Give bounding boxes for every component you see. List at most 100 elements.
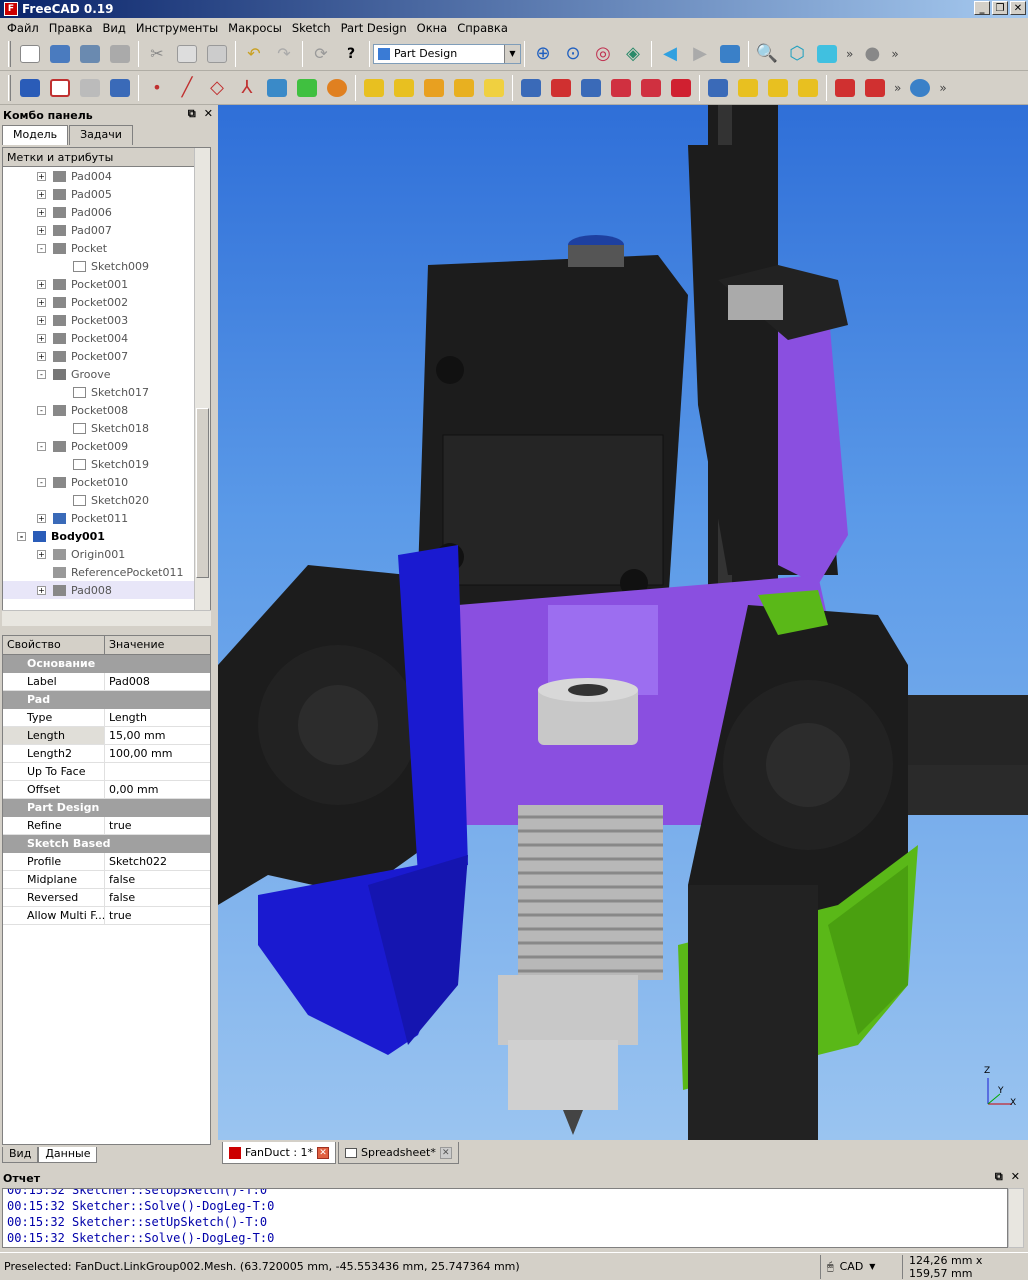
expand-icon[interactable]: + xyxy=(37,351,46,361)
property-row[interactable]: Profile Sketch022 xyxy=(3,853,210,871)
report-log[interactable]: 00:15:32 Sketcher::setUpSketch()-T:0 00:… xyxy=(2,1188,1008,1248)
zoom-icon[interactable]: 🔍 xyxy=(754,41,780,67)
line-icon[interactable]: ╱ xyxy=(174,75,200,101)
subtractive-primitive-icon[interactable] xyxy=(668,75,694,101)
menu-part-design[interactable]: Part Design xyxy=(336,21,412,35)
create-body-icon[interactable] xyxy=(17,75,43,101)
cut-icon[interactable]: ✂ xyxy=(144,41,170,67)
tab-spreadsheet[interactable]: Spreadsheet* ✕ xyxy=(338,1142,459,1164)
tree-item[interactable]: - Pocket010 xyxy=(3,473,210,491)
expand-icon[interactable]: + xyxy=(37,207,46,217)
overflow-icon[interactable]: » xyxy=(846,47,853,61)
scroll-thumb[interactable] xyxy=(196,408,209,578)
macro-icon[interactable]: ● xyxy=(859,41,885,67)
close-icon[interactable]: ✕ xyxy=(1011,1170,1020,1184)
clone-icon[interactable] xyxy=(264,75,290,101)
restore-button[interactable]: ❐ xyxy=(992,1,1008,15)
tree-item[interactable]: + Pocket007 xyxy=(3,347,210,365)
close-tab-icon[interactable]: ✕ xyxy=(317,1146,330,1159)
3d-model-render[interactable] xyxy=(218,105,1028,1140)
boolean-icon[interactable] xyxy=(907,75,933,101)
property-row[interactable]: Reversed false xyxy=(3,889,210,907)
tab-data[interactable]: Данные xyxy=(38,1147,98,1163)
tree-item[interactable]: + Pocket002 xyxy=(3,293,210,311)
redo-icon[interactable]: ↷ xyxy=(271,41,297,67)
whats-this-icon[interactable]: ? xyxy=(338,41,364,67)
property-value[interactable] xyxy=(105,763,109,780)
polar-pattern-icon[interactable] xyxy=(765,75,791,101)
tree-item[interactable]: - Pocket009 xyxy=(3,437,210,455)
additive-loft-icon[interactable] xyxy=(421,75,447,101)
tab-fanduct[interactable]: FanDuct : 1* ✕ xyxy=(222,1142,337,1164)
property-value[interactable]: 100,00 mm xyxy=(105,745,172,762)
fit-all-icon[interactable]: ⊕ xyxy=(530,41,556,67)
print-icon[interactable] xyxy=(107,41,133,67)
property-row[interactable]: Label Pad008 xyxy=(3,673,210,691)
isometric-view-icon[interactable]: ⬡ xyxy=(784,41,810,67)
tree-item[interactable]: - Groove xyxy=(3,365,210,383)
property-group[interactable]: Pad xyxy=(3,691,210,709)
collapse-icon[interactable]: - xyxy=(17,531,26,541)
collapse-icon[interactable]: - xyxy=(37,369,46,379)
expand-icon[interactable]: + xyxy=(37,279,46,289)
3d-viewport[interactable]: Z Y X xyxy=(218,105,1028,1140)
menu-tools[interactable]: Инструменты xyxy=(131,21,223,35)
bounding-box-icon[interactable]: ◈ xyxy=(620,41,646,67)
property-row[interactable]: Allow Multi F... true xyxy=(3,907,210,925)
property-value[interactable]: 15,00 mm xyxy=(105,727,165,744)
fit-selection-icon[interactable]: ⊙ xyxy=(560,41,586,67)
property-row[interactable]: Refine true xyxy=(3,817,210,835)
tree-scrollbar[interactable] xyxy=(194,148,210,622)
save-icon[interactable] xyxy=(77,41,103,67)
undock-icon[interactable]: ⧉ xyxy=(188,107,196,121)
groove-icon[interactable] xyxy=(578,75,604,101)
minimize-button[interactable]: _ xyxy=(974,1,990,15)
new-document-icon[interactable] xyxy=(17,41,43,67)
tree-item[interactable]: Sketch009 xyxy=(3,257,210,275)
tree-item[interactable]: Sketch017 xyxy=(3,383,210,401)
tab-view[interactable]: Вид xyxy=(2,1147,39,1163)
tree-item[interactable]: + Pad004 xyxy=(3,167,210,185)
workbench-selector[interactable]: Part Design ▼ xyxy=(373,43,521,64)
tree-hscrollbar[interactable] xyxy=(2,610,211,626)
tree-item[interactable]: - Pocket xyxy=(3,239,210,257)
tree-item[interactable]: + Pocket004 xyxy=(3,329,210,347)
tree-item[interactable]: + Pad006 xyxy=(3,203,210,221)
revolution-icon[interactable] xyxy=(391,75,417,101)
tree-item[interactable]: ReferencePocket011 xyxy=(3,563,210,581)
pad-icon[interactable] xyxy=(361,75,387,101)
property-row[interactable]: Length 15,00 mm xyxy=(3,727,210,745)
sub-shape-binder-icon[interactable] xyxy=(294,75,320,101)
expand-icon[interactable]: + xyxy=(37,171,46,181)
property-value[interactable]: false xyxy=(105,889,135,906)
property-row[interactable]: Length2 100,00 mm xyxy=(3,745,210,763)
additive-primitive-icon[interactable] xyxy=(481,75,507,101)
tab-model[interactable]: Модель xyxy=(2,125,69,145)
tree-item[interactable]: - Body001 xyxy=(3,527,210,545)
property-value[interactable]: true xyxy=(105,907,132,924)
property-value[interactable]: Sketch022 xyxy=(105,853,167,870)
fillet-icon[interactable] xyxy=(832,75,858,101)
collapse-icon[interactable]: - xyxy=(37,441,46,451)
expand-icon[interactable]: + xyxy=(37,225,46,235)
property-row[interactable]: Midplane false xyxy=(3,871,210,889)
menu-sketch[interactable]: Sketch xyxy=(287,21,336,35)
subtractive-loft-icon[interactable] xyxy=(608,75,634,101)
mascot-icon[interactable] xyxy=(324,75,350,101)
property-row[interactable]: Offset 0,00 mm xyxy=(3,781,210,799)
property-group[interactable]: Sketch Based xyxy=(3,835,210,853)
tab-tasks[interactable]: Задачи xyxy=(69,125,133,145)
chamfer-icon[interactable] xyxy=(862,75,888,101)
tree-item[interactable]: Sketch019 xyxy=(3,455,210,473)
collapse-icon[interactable]: - xyxy=(37,405,46,415)
tree-item[interactable]: + Pad007 xyxy=(3,221,210,239)
front-view-icon[interactable] xyxy=(814,41,840,67)
point-icon[interactable]: • xyxy=(144,75,170,101)
property-value[interactable]: Pad008 xyxy=(105,673,150,690)
property-group[interactable]: Part Design xyxy=(3,799,210,817)
tree-item[interactable]: + Pocket003 xyxy=(3,311,210,329)
tree-item[interactable]: + Pad008 xyxy=(3,581,210,599)
expand-icon[interactable]: + xyxy=(37,585,46,595)
undock-icon[interactable]: ⧉ xyxy=(995,1170,1003,1184)
menu-help[interactable]: Справка xyxy=(452,21,513,35)
